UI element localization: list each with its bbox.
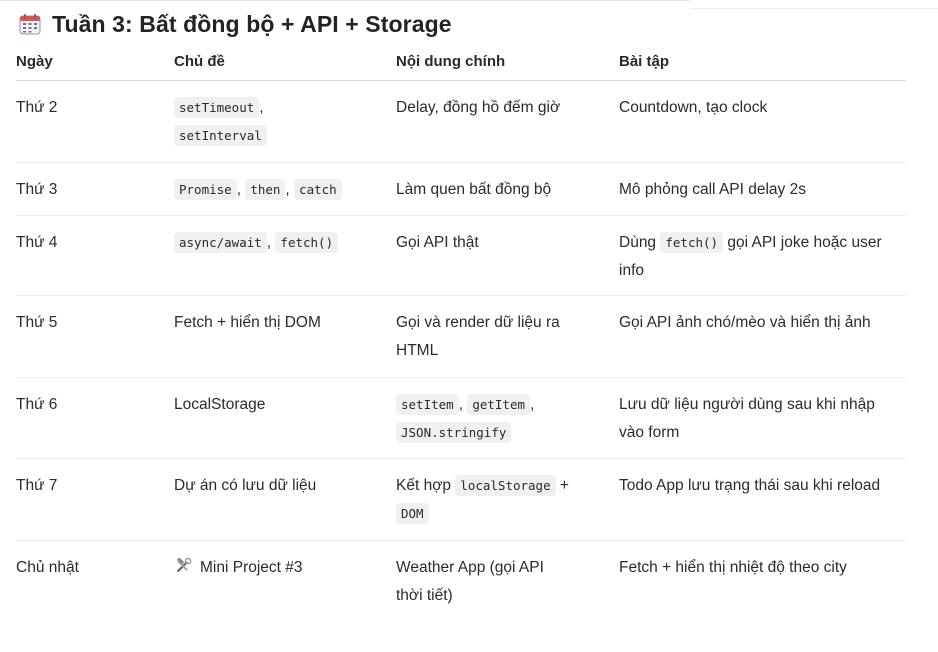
column-header-content: Nội dung chính [396,53,506,70]
day-cell: Thứ 5 [16,314,58,331]
content-cell: setItem, getItem, JSON.stringify [396,391,601,447]
code-snippet: setInterval [174,125,267,146]
topic-cell: setTimeout, setInterval [174,94,389,150]
content-cell: Gọi API thật [396,234,479,251]
day-cell: Thứ 4 [16,234,58,251]
topic-text: Mini Project #3 [200,559,303,576]
exercise-cell: Lưu dữ liệu người dùng sau khi nhập vào … [619,391,906,447]
topic-cell: Fetch + hiển thị DOM [174,314,321,331]
exercise-cell: Todo App lưu trạng thái sau khi reload [619,477,881,494]
column-header-day: Ngày [16,53,53,70]
code-snippet: catch [294,179,342,200]
separator: , [236,181,241,198]
calendar-icon [18,12,42,36]
topic-cell: Mini Project #3 [174,554,389,582]
table-row: Thứ 2 setTimeout, setInterval Delay, đồn… [16,81,906,163]
content-cell: Làm quen bất đồng bộ [396,181,552,198]
code-snippet: DOM [396,503,429,524]
table-row: Thứ 7 Dự án có lưu dữ liệu Kết hợp local… [16,459,906,541]
exercise-text: info [619,262,644,279]
exercise-text: Lưu dữ liệu người dùng sau khi nhập [619,396,875,413]
separator: , [259,99,264,116]
code-snippet: localStorage [455,475,556,496]
column-header-exercise: Bài tập [619,53,670,70]
content-text: thời tiết) [396,587,453,604]
separator: , [285,181,290,198]
separator: , [530,396,535,413]
code-snippet: fetch() [275,232,339,253]
topic-cell: LocalStorage [174,396,266,413]
table-header-row: Ngày Chủ đề Nội dung chính Bài tập [16,44,906,81]
code-snippet: fetch() [660,232,724,253]
code-snippet: then [245,179,286,200]
exercise-cell: Fetch + hiển thị nhiệt độ theo city [619,559,847,576]
heading-text: Tuần 3: Bất đồng bộ + API + Storage [52,10,452,37]
top-divider-right [690,8,938,9]
content-cell: Kết hợp localStorage + DOM [396,472,601,528]
topic-cell: Dự án có lưu dữ liệu [174,477,317,494]
top-divider [0,0,690,1]
code-snippet: async/await [174,232,267,253]
content-text: + [559,477,569,494]
topic-cell: async/await, fetch() [174,229,389,257]
content-cell: Weather App (gọi API thời tiết) [396,554,601,610]
separator: , [458,396,463,413]
exercise-cell: Dùng fetch() gọi API joke hoặc user info [619,229,906,285]
code-snippet: getItem [467,394,530,415]
topic-cell: Promise, then, catch [174,176,389,204]
table-row: Thứ 5 Fetch + hiển thị DOM Gọi và render… [16,296,906,378]
content-text: Gọi và render dữ liệu ra [396,314,560,331]
day-cell: Chủ nhật [16,559,79,576]
table-row: Thứ 4 async/await, fetch() Gọi API thật … [16,216,906,296]
table-row: Chủ nhật Mini Project #3 Weather App (gọ… [16,541,906,621]
exercise-cell: Gọi API ảnh chó/mèo và hiển thị ảnh [619,314,871,331]
content-text: Kết hợp [396,477,451,494]
code-snippet: setTimeout [174,97,260,118]
exercise-text: vào form [619,424,680,441]
exercise-cell: Countdown, tạo clock [619,99,768,116]
day-cell: Thứ 3 [16,181,58,198]
content-text: Weather App (gọi API [396,559,544,576]
table-row: Thứ 3 Promise, then, catch Làm quen bất … [16,163,906,216]
table-row: Thứ 6 LocalStorage setItem, getItem, JSO… [16,378,906,459]
day-cell: Thứ 6 [16,396,58,413]
separator: , [266,234,272,251]
exercise-text: Dùng [619,234,657,251]
column-header-topic: Chủ đề [174,53,225,70]
content-cell: Delay, đồng hồ đếm giờ [396,99,561,116]
content-cell: Gọi và render dữ liệu ra HTML [396,309,601,365]
content-text: HTML [396,342,439,359]
day-cell: Thứ 2 [16,99,58,116]
code-snippet: setItem [396,394,459,415]
code-snippet: Promise [174,179,237,200]
schedule-table: Ngày Chủ đề Nội dung chính Bài tập Thứ 2… [16,44,906,621]
day-cell: Thứ 7 [16,477,58,494]
page-heading: Tuần 3: Bất đồng bộ + API + Storage [18,8,452,40]
exercise-cell: Mô phỏng call API delay 2s [619,181,806,198]
hammer-wrench-icon [174,557,192,575]
exercise-text: gọi API joke hoặc user [727,234,882,251]
code-snippet: JSON.stringify [396,422,512,443]
